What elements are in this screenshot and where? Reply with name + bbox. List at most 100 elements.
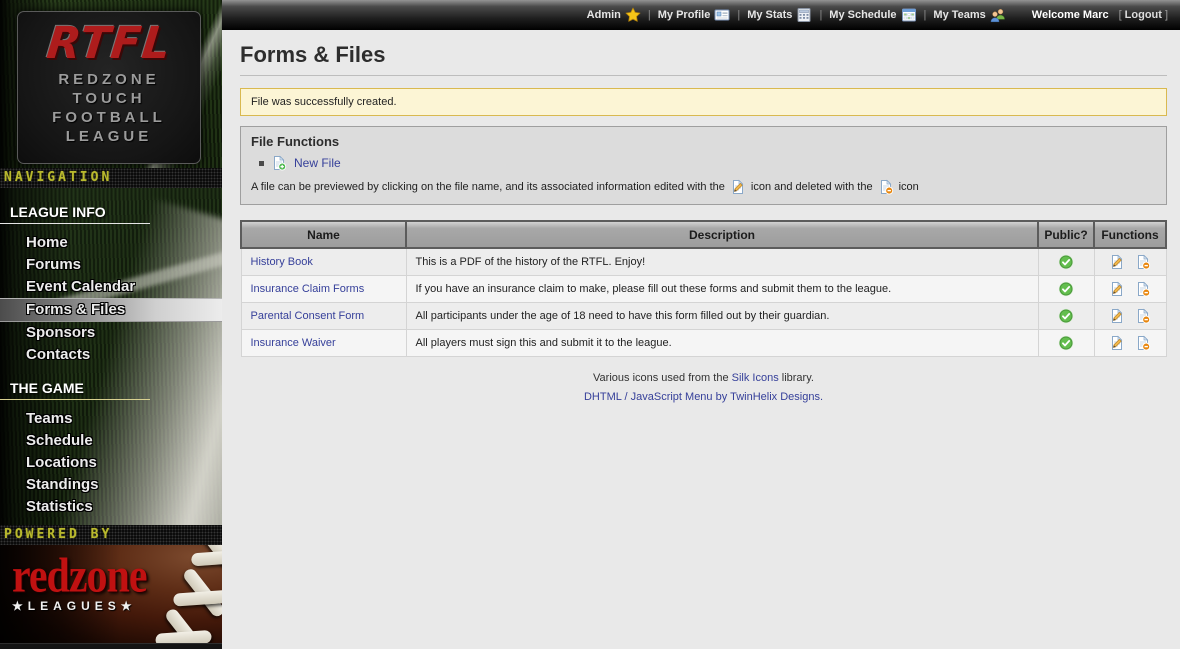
table-row: Insurance Claim Forms If you have an insu… — [241, 276, 1166, 303]
sidebar-logo-area: RTFL REDZONETOUCHFOOTBALLLEAGUE — [0, 0, 222, 168]
hint-text-before: A file can be previewed by clicking on t… — [251, 181, 725, 193]
hint-text-after: icon — [899, 181, 919, 193]
delete-icon[interactable] — [1135, 335, 1151, 351]
twinhelix-link[interactable]: TwinHelix Designs — [730, 391, 820, 403]
file-name-link[interactable]: Parental Consent Form — [251, 310, 365, 322]
column-header-description: Description — [406, 221, 1038, 248]
file-name-link[interactable]: History Book — [251, 256, 313, 268]
sidebar-item-home[interactable]: Home — [0, 232, 222, 254]
file-description: If you have an insurance claim to make, … — [406, 276, 1038, 303]
edit-icon[interactable] — [1109, 335, 1125, 351]
main-area: Admin | My Profile | My Stats | My Schedule | My… — [222, 0, 1180, 649]
sidebar-item-teams[interactable]: Teams — [0, 408, 222, 430]
sidebar-item-statistics[interactable]: Statistics — [0, 496, 222, 518]
topbar-separator: | — [819, 9, 822, 21]
file-functions-panel: File Functions New File A file can be pr… — [240, 126, 1167, 205]
league-logo-word: LEAGUE — [18, 127, 200, 146]
file-functions-hint: A file can be previewed by clicking on t… — [251, 179, 1156, 195]
files-table: NameDescriptionPublic?Functions History … — [240, 220, 1167, 357]
redzone-leagues-logo[interactable]: redzone ★LEAGUES★ — [12, 551, 147, 613]
league-logo: RTFL REDZONETOUCHFOOTBALLLEAGUE — [17, 11, 201, 164]
silk-icons-link[interactable]: Silk Icons — [732, 372, 779, 384]
league-logo-title: RTFL — [15, 20, 202, 68]
table-row: Insurance Waiver All players must sign th… — [241, 330, 1166, 357]
flash-message: File was successfully created. — [240, 88, 1167, 116]
topbar-item-my-stats[interactable]: My Stats — [747, 7, 812, 23]
table-row: Parental Consent Form All participants un… — [241, 303, 1166, 330]
sidebar-item-contacts[interactable]: Contacts — [0, 344, 222, 366]
delete-icon[interactable] — [1135, 308, 1151, 324]
edit-icon[interactable] — [1109, 254, 1125, 270]
group-icon — [990, 7, 1006, 23]
logout-link[interactable]: Logout — [1125, 9, 1162, 21]
topbar-separator: | — [648, 9, 651, 21]
table-row: History Book This is a PDF of the history… — [241, 248, 1166, 276]
sidebar-item-sponsors[interactable]: Sponsors — [0, 322, 222, 344]
dhtml-menu-link[interactable]: DHTML / JavaScript Menu — [584, 391, 713, 403]
file-description: This is a PDF of the history of the RTFL… — [406, 248, 1038, 276]
powered-by-header: POWERED BY — [0, 525, 222, 545]
menu-credits-line: DHTML / JavaScript Menu by TwinHelix Des… — [240, 391, 1167, 403]
sidebar-item-forms-files[interactable]: Forms & Files — [0, 298, 222, 322]
topbar: Admin | My Profile | My Stats | My Schedule | My… — [222, 0, 1180, 30]
file-description: All participants under the age of 18 nee… — [406, 303, 1038, 330]
credits-text: Various icons used from the — [593, 372, 729, 384]
column-header-public: Public? — [1038, 221, 1094, 248]
navigation-header: NAVIGATION — [0, 168, 222, 188]
new-file-link[interactable]: New File — [294, 156, 341, 170]
topbar-item-my-profile[interactable]: My Profile — [658, 7, 731, 23]
topbar-item-label: My Profile — [658, 9, 711, 21]
topbar-item-my-teams[interactable]: My Teams — [933, 7, 1005, 23]
welcome-user-label: Welcome Marc — [1032, 9, 1109, 21]
calculator-icon — [796, 7, 812, 23]
hint-text-middle: icon and deleted with the — [751, 181, 873, 193]
sidebar-menu: LEAGUE INFO HomeForumsEvent CalendarForms… — [0, 188, 222, 525]
logout-wrap: [Logout] — [1119, 9, 1168, 21]
sidebar-item-event-calendar[interactable]: Event Calendar — [0, 276, 222, 298]
league-logo-word: REDZONE — [18, 70, 200, 89]
menu-credits-period: . — [820, 391, 823, 403]
column-header-name: Name — [241, 221, 406, 248]
accept-icon — [1058, 281, 1074, 297]
edit-icon — [730, 179, 746, 195]
edit-icon[interactable] — [1109, 281, 1125, 297]
league-logo-word: TOUCH — [18, 89, 200, 108]
column-header-functions: Functions — [1094, 221, 1166, 248]
content: Forms & Files File was successfully crea… — [222, 30, 1180, 403]
bullet-icon — [259, 161, 264, 166]
file-name-link[interactable]: Insurance Waiver — [251, 337, 336, 349]
file-description: All players must sign this and submit it… — [406, 330, 1038, 357]
topbar-item-label: My Schedule — [829, 9, 896, 21]
new-file-icon[interactable] — [271, 155, 287, 171]
menu-section-header-league-info: LEAGUE INFO — [0, 202, 150, 224]
menu-section-header-the-game: THE GAME — [0, 378, 150, 400]
file-name-link[interactable]: Insurance Claim Forms — [251, 283, 365, 295]
sidebar-bottom-strip — [0, 643, 222, 649]
sidebar-item-locations[interactable]: Locations — [0, 452, 222, 474]
delete-icon — [878, 179, 894, 195]
calendar-icon — [901, 7, 917, 23]
menu-credits-by: by — [716, 391, 728, 403]
topbar-item-admin[interactable]: Admin — [587, 7, 641, 23]
sidebar: RTFL REDZONETOUCHFOOTBALLLEAGUE NAVIGATI… — [0, 0, 222, 649]
file-functions-title: File Functions — [251, 134, 1156, 149]
sidebar-item-schedule[interactable]: Schedule — [0, 430, 222, 452]
credits-line: Various icons used from the Silk Icons l… — [240, 372, 1167, 384]
powered-by-logo-area: redzone ★LEAGUES★ — [0, 545, 222, 643]
sidebar-item-forums[interactable]: Forums — [0, 254, 222, 276]
delete-icon[interactable] — [1135, 254, 1151, 270]
topbar-item-my-schedule[interactable]: My Schedule — [829, 7, 916, 23]
topbar-item-label: Admin — [587, 9, 621, 21]
edit-icon[interactable] — [1109, 308, 1125, 324]
sidebar-item-standings[interactable]: Standings — [0, 474, 222, 496]
files-table-header-row: NameDescriptionPublic?Functions — [241, 221, 1166, 248]
accept-icon — [1058, 308, 1074, 324]
delete-icon[interactable] — [1135, 281, 1151, 297]
topbar-separator: | — [924, 9, 927, 21]
star-icon — [625, 7, 641, 23]
accept-icon — [1058, 254, 1074, 270]
page-title: Forms & Files — [240, 42, 1167, 68]
accept-icon — [1058, 335, 1074, 351]
topbar-separator: | — [737, 9, 740, 21]
new-file-row: New File — [259, 155, 1156, 171]
